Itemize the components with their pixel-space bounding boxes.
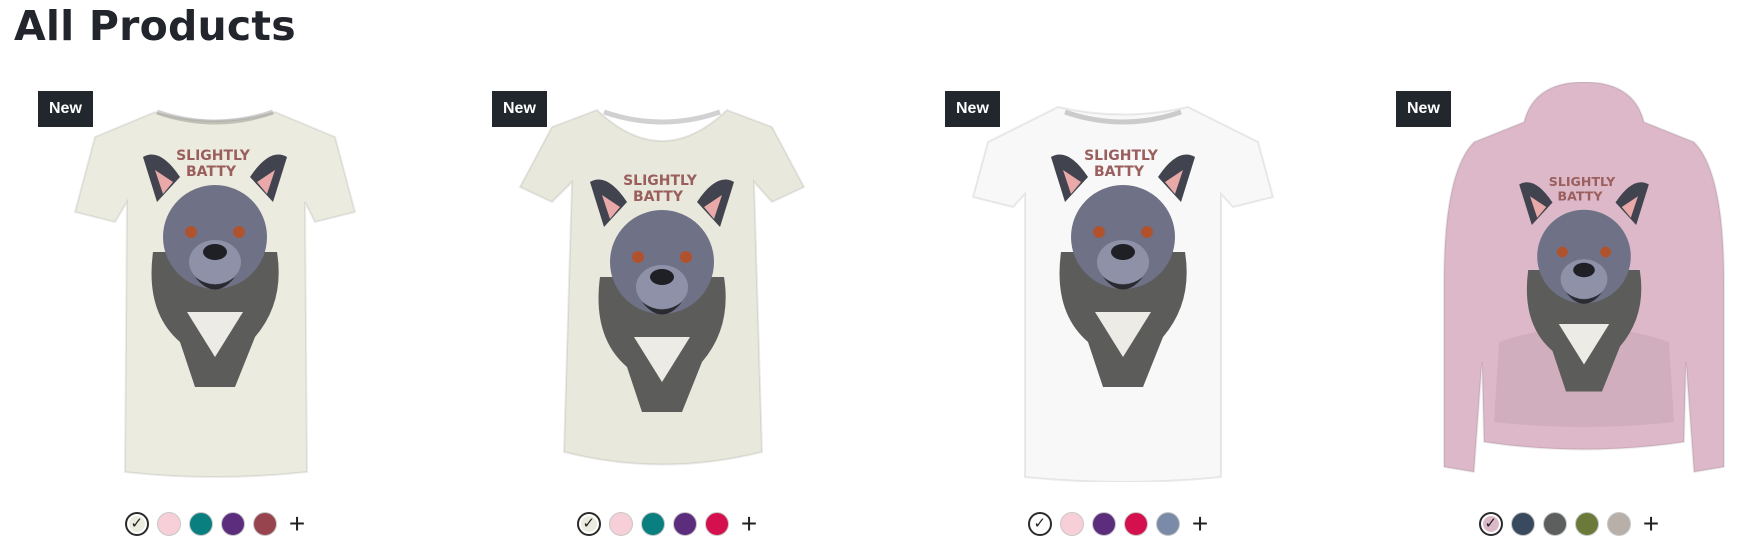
checkmark-icon: ✓ [582,515,596,532]
color-swatch[interactable]: ✓ [1027,512,1052,536]
color-swatches: ✓ + [1354,510,1758,538]
design-text: BATTY [1094,164,1145,180]
new-badge: New [492,91,547,127]
color-swatch[interactable]: ✓ [576,512,601,536]
design-text: SLIGHTLY [1549,174,1616,189]
checkmark-icon: ✓ [1484,515,1498,532]
color-swatch[interactable] [188,512,213,536]
product-grid: New SLIGHTLY BATTY ✓ + New SLIGHTLY BATTY ✓… [0,82,1758,558]
new-badge: New [1396,91,1451,127]
color-swatch[interactable] [640,512,665,536]
color-swatches: ✓ + [903,510,1333,538]
color-swatch[interactable] [1059,512,1084,536]
color-swatch[interactable] [220,512,245,536]
checkmark-icon: ✓ [130,515,144,532]
product-image[interactable]: SLIGHTLYBATTY [482,82,842,482]
color-swatch[interactable] [1155,512,1180,536]
color-swatch[interactable] [1091,512,1116,536]
color-swatch[interactable] [252,512,277,536]
color-swatch[interactable] [1542,512,1567,536]
color-swatch[interactable] [156,512,181,536]
design-text: BATTY [633,189,684,205]
product-image[interactable]: SLIGHTLYBATTY [1404,82,1758,482]
checkmark-icon: ✓ [1033,515,1047,532]
design-text: SLIGHTLY [623,173,698,189]
more-colors-button[interactable]: + [1192,510,1208,538]
product-card[interactable]: New SLIGHTLY BATTY ✓ + [1354,82,1758,552]
color-swatch[interactable] [1123,512,1148,536]
design-text: SLIGHTLY [1084,148,1159,164]
color-swatch[interactable] [1574,512,1599,536]
product-card[interactable]: New SLIGHTLY BATTY ✓ + [0,82,430,552]
more-colors-button[interactable]: + [1643,510,1659,538]
color-swatch[interactable]: ✓ [1478,512,1503,536]
page-title: All Products [14,2,296,50]
new-badge: New [945,91,1000,127]
more-colors-button[interactable]: + [741,510,757,538]
color-swatch[interactable]: ✓ [124,512,149,536]
color-swatches: ✓ + [0,510,430,538]
color-swatch[interactable] [1606,512,1631,536]
garment-collar [603,109,721,125]
color-swatch[interactable] [608,512,633,536]
color-swatch[interactable] [704,512,729,536]
color-swatch[interactable] [1510,512,1535,536]
design-text: BATTY [186,164,237,180]
product-card[interactable]: New SLIGHTLY BATTY ✓ + [452,82,882,552]
more-colors-button[interactable]: + [289,510,305,538]
design-text: BATTY [1558,189,1604,204]
product-image[interactable]: SLIGHTLYBATTY [943,82,1303,482]
design-text: SLIGHTLY [176,148,251,164]
color-swatches: ✓ + [452,510,882,538]
color-swatch[interactable] [672,512,697,536]
product-card[interactable]: New SLIGHTLY BATTY ✓ + [903,82,1333,552]
new-badge: New [38,91,93,127]
product-image[interactable]: SLIGHTLYBATTY [35,82,395,482]
